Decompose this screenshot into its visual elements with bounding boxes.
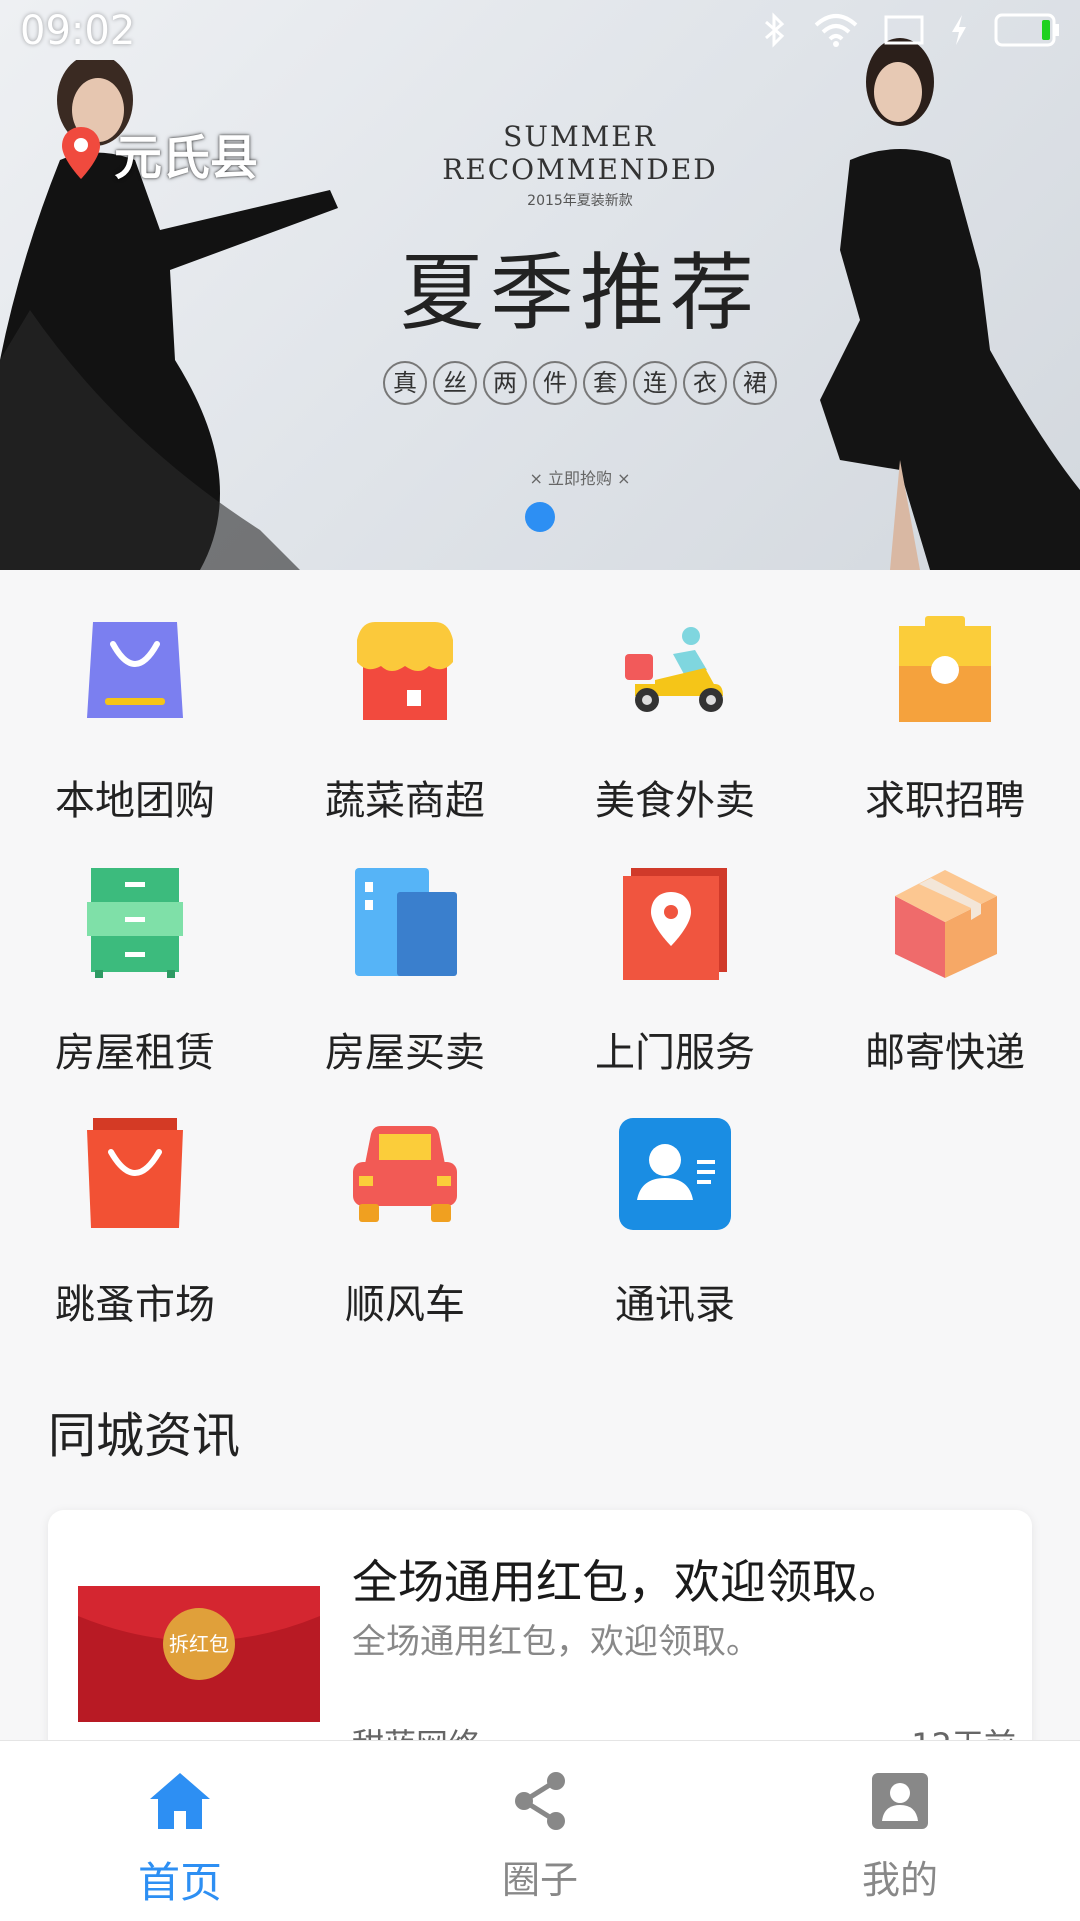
profile-icon [872,1773,928,1829]
category-label: 美食外卖 [595,778,755,824]
location-selector[interactable]: 元氏县 [60,118,258,188]
tagline-char: 套 [583,361,627,405]
nav-circle[interactable]: 圈子 [360,1741,720,1921]
contacts-icon [619,1118,731,1230]
tagline-char: 两 [483,361,527,405]
promo-text-block: SUMMER RECOMMENDED 2015年夏装新款 夏季推荐 真 丝 两 … [380,120,780,489]
promo-en-title: SUMMER RECOMMENDED [442,120,718,186]
category-label: 上门服务 [595,1030,755,1076]
category-label: 跳蚤市场 [55,1282,215,1328]
battery-icon [994,13,1059,47]
sim-icon [884,15,924,45]
bluetooth-icon [765,12,785,48]
category-label: 房屋买卖 [325,1030,485,1076]
news-title[interactable]: 全场通用红包，欢迎领取。 [352,1546,904,1612]
category-label: 本地团购 [55,778,215,824]
delivery-scooter-icon [625,627,723,712]
map-pin-icon [62,127,100,179]
share-icon [515,1772,565,1830]
category-contacts[interactable]: 通讯录 [540,1104,810,1356]
thumbnail-label: 拆红包 [169,1632,229,1656]
category-flea-market[interactable]: 跳蚤市场 [0,1104,270,1356]
tagline-char: 件 [533,361,577,405]
promo-subtitle: 2015年夏装新款 [527,193,633,209]
tagline-char: 衣 [683,361,727,405]
car-icon [353,1126,457,1222]
home-icon [150,1773,210,1829]
map-pin-icon [623,868,727,980]
storefront-icon [357,622,453,720]
tagline-char: 真 [383,361,427,405]
category-food-delivery[interactable]: 美食外卖 [540,600,810,852]
category-house-rental[interactable]: 房屋租赁 [0,852,270,1104]
category-local-group-buy[interactable]: 本地团购 [0,600,270,852]
category-grid: 本地团购 蔬菜商超 美食外卖 求职招聘 房屋租赁 房屋买卖 上门服务 邮寄快递 … [0,600,1080,1356]
category-job-recruitment[interactable]: 求职招聘 [810,600,1080,852]
nav-label: 首页 [137,1858,222,1907]
tagline-char: 丝 [433,361,477,405]
status-time: 09:02 [20,8,136,54]
shopping-bag-icon [87,622,183,718]
category-ride-share[interactable]: 顺风车 [270,1104,540,1356]
section-title: 同城资讯 [48,1408,241,1464]
category-label: 通讯录 [615,1282,735,1328]
status-bar: 09:02 [0,0,1080,64]
briefcase-icon [899,616,991,722]
category-label: 求职招聘 [865,778,1025,824]
category-label: 蔬菜商超 [325,778,485,824]
promo-cta: × 立即抢购 × [529,469,631,488]
shopping-bag-red-icon [87,1118,183,1228]
package-icon [895,870,997,978]
charging-icon [952,15,966,45]
nav-label: 我的 [861,1858,938,1902]
model-figure-right [820,38,1080,570]
category-express-delivery[interactable]: 邮寄快递 [810,852,1080,1104]
nav-profile[interactable]: 我的 [720,1741,1080,1921]
promo-banner[interactable]: 09:02 元氏县 SUMMER RECOMMENDED 2015年夏装新款 夏… [0,0,1080,570]
promo-title: 夏季推荐 [399,244,760,342]
category-label: 房屋租赁 [55,1030,215,1076]
buildings-icon [355,868,457,976]
news-card[interactable]: 拆红包 全场通用红包，欢迎领取。 全场通用红包，欢迎领取。 甜蓝网络 12天前 [48,1510,1032,1770]
tagline-char: 连 [633,361,677,405]
carousel-indicator-dot[interactable] [525,502,555,532]
wifi-icon [814,14,858,47]
location-label: 元氏县 [114,130,259,186]
bottom-navigation: 首页 圈子 我的 [0,1740,1080,1921]
nav-label: 圈子 [501,1858,578,1902]
tagline-char: 裙 [733,361,777,405]
category-label: 顺风车 [345,1282,465,1328]
category-label: 邮寄快递 [865,1030,1025,1076]
promo-tagline: 真 丝 两 件 套 连 衣 裙 [380,361,780,405]
category-house-sales[interactable]: 房屋买卖 [270,852,540,1104]
category-grocery[interactable]: 蔬菜商超 [270,600,540,852]
nav-home[interactable]: 首页 [0,1741,360,1921]
cabinet-icon [87,868,183,978]
news-description: 全场通用红包，欢迎领取。 [352,1622,760,1662]
category-home-service[interactable]: 上门服务 [540,852,810,1104]
